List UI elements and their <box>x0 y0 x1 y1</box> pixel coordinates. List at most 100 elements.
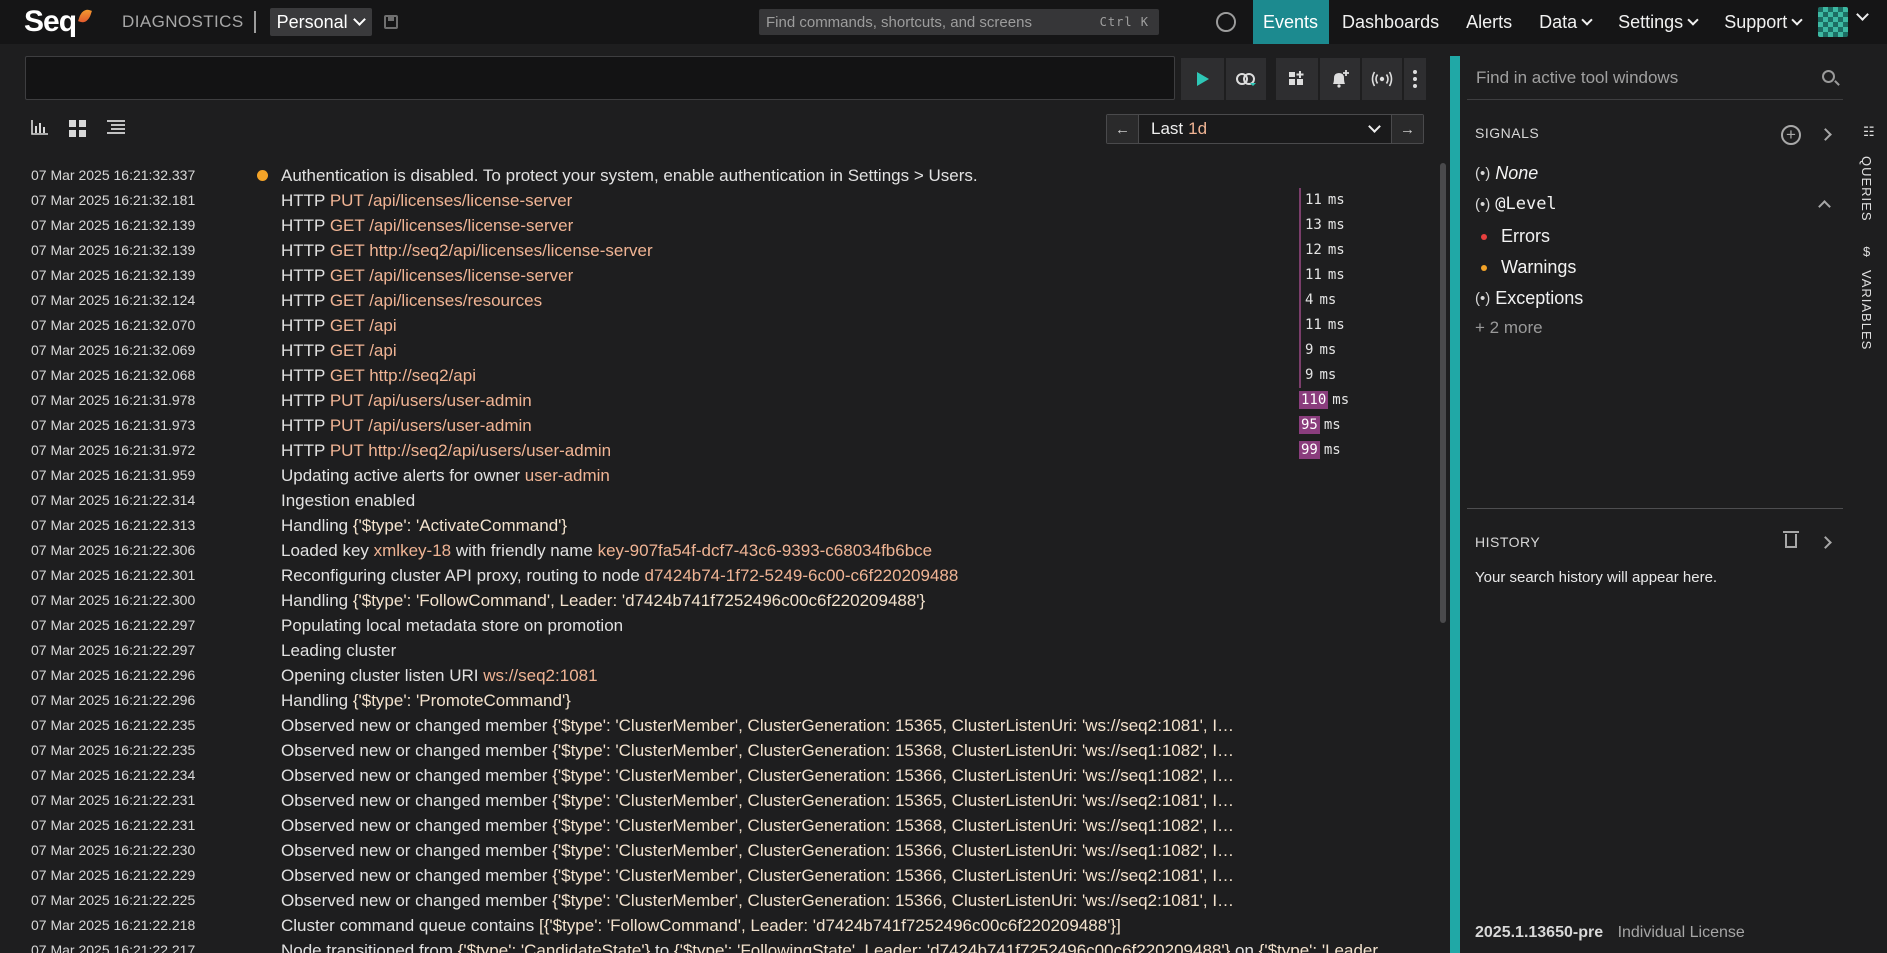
grid-view-icon[interactable] <box>69 120 86 142</box>
event-property-value: {'$type': 'ClusterMember', ClusterGenera… <box>552 816 1235 835</box>
nav-settings[interactable]: Settings <box>1605 0 1711 44</box>
event-row[interactable]: 07 Mar 2025 16:21:32.124 HTTP GET /api/li… <box>0 288 1440 313</box>
next-range-button[interactable]: → <box>1392 115 1423 143</box>
event-row[interactable]: 07 Mar 2025 16:21:32.181 HTTP PUT /api/li… <box>0 188 1440 213</box>
event-timestamp: 07 Mar 2025 16:21:32.337 <box>31 167 196 183</box>
event-message-text: Handling <box>281 516 353 535</box>
event-timestamp: 07 Mar 2025 16:21:32.181 <box>31 192 196 208</box>
event-row[interactable]: 07 Mar 2025 16:21:22.296 Opening cluster … <box>0 663 1440 688</box>
event-row[interactable]: 07 Mar 2025 16:21:32.069 HTTP GET /api 9 ms <box>0 338 1440 363</box>
nav-alerts[interactable]: Alerts <box>1453 0 1526 44</box>
event-property-value: PUT <box>329 416 364 435</box>
nav-data[interactable]: Data <box>1526 0 1605 44</box>
previous-range-button[interactable]: ← <box>1107 115 1138 143</box>
command-search[interactable]: Find commands, shortcuts, and screens Ct… <box>759 9 1159 35</box>
nav-dashboards[interactable]: Dashboards <box>1329 0 1453 44</box>
event-row[interactable]: 07 Mar 2025 16:21:32.337 Authentication i… <box>0 163 1440 188</box>
event-row[interactable]: 07 Mar 2025 16:21:22.234 Observed new or … <box>0 763 1440 788</box>
event-message-text: Observed new or changed member <box>281 891 553 910</box>
license-label: Individual License <box>1617 924 1745 941</box>
add-signal-icon[interactable]: + <box>1781 125 1801 145</box>
refresh-button[interactable] <box>1226 58 1266 100</box>
signal-exceptions[interactable]: (•) Exceptions <box>1475 288 1583 309</box>
event-timestamp: 07 Mar 2025 16:21:22.225 <box>31 892 196 908</box>
theme-toggle-icon[interactable] <box>1216 12 1236 32</box>
event-row[interactable]: 07 Mar 2025 16:21:22.218 Cluster command … <box>0 913 1440 938</box>
event-message: HTTP GET /api/licenses/license-server <box>281 263 573 288</box>
event-row[interactable]: 07 Mar 2025 16:21:22.306 Loaded key xmlke… <box>0 538 1440 563</box>
event-timestamp: 07 Mar 2025 16:21:22.296 <box>31 692 196 708</box>
event-row[interactable]: 07 Mar 2025 16:21:22.225 Observed new or … <box>0 888 1440 913</box>
event-message: HTTP GET /api <box>281 338 397 363</box>
event-message-text: with friendly name <box>451 541 598 560</box>
event-row[interactable]: 07 Mar 2025 16:21:32.068 HTTP GET http://… <box>0 363 1440 388</box>
save-workspace-icon[interactable] <box>383 15 398 29</box>
event-row[interactable]: 07 Mar 2025 16:21:32.070 HTTP GET /api 11 m… <box>0 313 1440 338</box>
event-row[interactable]: 07 Mar 2025 16:21:31.978 HTTP PUT /api/us… <box>0 388 1440 413</box>
event-property-value: /api <box>369 316 397 335</box>
nav-settings-label: Settings <box>1618 11 1684 32</box>
event-row[interactable]: 07 Mar 2025 16:21:22.217 Node transitione… <box>0 938 1440 953</box>
event-timestamp: 07 Mar 2025 16:21:22.218 <box>31 917 196 933</box>
event-row[interactable]: 07 Mar 2025 16:21:22.297 Populating local… <box>0 613 1440 638</box>
nav-events[interactable]: Events <box>1253 0 1330 44</box>
event-row[interactable]: 07 Mar 2025 16:21:22.231 Observed new or … <box>0 788 1440 813</box>
signal-warnings[interactable]: Warnings <box>1481 257 1576 278</box>
history-title: HISTORY <box>1475 534 1541 550</box>
avatar[interactable] <box>1818 7 1848 37</box>
event-row[interactable]: 07 Mar 2025 16:21:22.301 Reconfiguring cl… <box>0 563 1440 588</box>
event-row[interactable]: 07 Mar 2025 16:21:22.314 Ingestion enable… <box>0 488 1440 513</box>
workspace-select[interactable]: Personal <box>269 8 372 36</box>
event-message-text: Observed new or changed member <box>281 716 553 735</box>
signal-exceptions-label: Exceptions <box>1495 288 1584 308</box>
event-row[interactable]: 07 Mar 2025 16:21:31.973 HTTP PUT /api/us… <box>0 413 1440 438</box>
event-property-value: GET <box>329 366 365 385</box>
event-row[interactable]: 07 Mar 2025 16:21:22.296 Handling {'$type… <box>0 688 1440 713</box>
signal-button[interactable] <box>1362 58 1402 100</box>
event-message-text: Opening cluster listen URI <box>281 666 484 685</box>
tab-queries[interactable]: QUERIES <box>1859 156 1874 222</box>
event-row[interactable]: 07 Mar 2025 16:21:22.230 Observed new or … <box>0 838 1440 863</box>
run-query-button[interactable] <box>1181 58 1224 100</box>
add-alert-button[interactable] <box>1320 58 1360 100</box>
event-message: HTTP GET http://seq2/api <box>281 363 476 388</box>
event-row[interactable]: 07 Mar 2025 16:21:31.972 HTTP PUT http://… <box>0 438 1440 463</box>
add-to-dashboard-button[interactable] <box>1276 58 1318 100</box>
event-message: HTTP PUT http://seq2/api/users/user-admi… <box>281 438 611 463</box>
seq-logo[interactable]: Seq <box>24 5 92 39</box>
panel-resize-handle[interactable] <box>1450 56 1460 953</box>
more-button[interactable] <box>1404 58 1426 100</box>
signal-errors[interactable]: Errors <box>1481 226 1550 247</box>
chart-view-icon[interactable] <box>31 120 48 140</box>
signal-icon: (•) <box>1475 165 1491 182</box>
event-row[interactable]: 07 Mar 2025 16:21:31.959 Updating active … <box>0 463 1440 488</box>
list-view-icon[interactable] <box>107 120 125 140</box>
events-scrollbar[interactable] <box>1440 163 1446 623</box>
elapsed-value: 99 <box>1299 441 1320 459</box>
event-message-text: Node transitioned from <box>281 941 458 953</box>
event-timestamp: 07 Mar 2025 16:21:22.306 <box>31 542 196 558</box>
event-row[interactable]: 07 Mar 2025 16:21:32.139 HTTP GET http://… <box>0 238 1440 263</box>
event-row[interactable]: 07 Mar 2025 16:21:22.313 Handling {'$type… <box>0 513 1440 538</box>
event-row[interactable]: 07 Mar 2025 16:21:32.139 HTTP GET /api/li… <box>0 213 1440 238</box>
event-row[interactable]: 07 Mar 2025 16:21:22.300 Handling {'$type… <box>0 588 1440 613</box>
query-input[interactable] <box>25 56 1175 100</box>
event-row[interactable]: 07 Mar 2025 16:21:22.235 Observed new or … <box>0 738 1440 763</box>
event-row[interactable]: 07 Mar 2025 16:21:22.229 Observed new or … <box>0 863 1440 888</box>
event-row[interactable]: 07 Mar 2025 16:21:22.297 Leading cluster <box>0 638 1440 663</box>
event-message-text: Observed new or changed member <box>281 841 553 860</box>
nav-support[interactable]: Support <box>1711 0 1815 44</box>
event-row[interactable]: 07 Mar 2025 16:21:32.139 HTTP GET /api/li… <box>0 263 1440 288</box>
trash-icon[interactable] <box>1783 531 1799 548</box>
tab-variables[interactable]: VARIABLES <box>1859 270 1874 350</box>
signal-none[interactable]: (•) None <box>1475 163 1538 184</box>
tool-window-search[interactable]: Find in active tool windows <box>1467 56 1843 100</box>
more-signals-link[interactable]: + 2 more <box>1475 318 1543 338</box>
time-range-select[interactable]: Last 1d <box>1138 115 1392 143</box>
event-timestamp: 07 Mar 2025 16:21:22.217 <box>31 942 196 953</box>
event-message-text: Populating local metadata store on promo… <box>281 616 624 635</box>
event-row[interactable]: 07 Mar 2025 16:21:22.235 Observed new or … <box>0 713 1440 738</box>
event-row[interactable]: 07 Mar 2025 16:21:22.231 Observed new or … <box>0 813 1440 838</box>
event-property-value: /api/licenses/license-server <box>369 216 574 235</box>
signal-group-level[interactable]: (•) @Level <box>1475 194 1557 214</box>
